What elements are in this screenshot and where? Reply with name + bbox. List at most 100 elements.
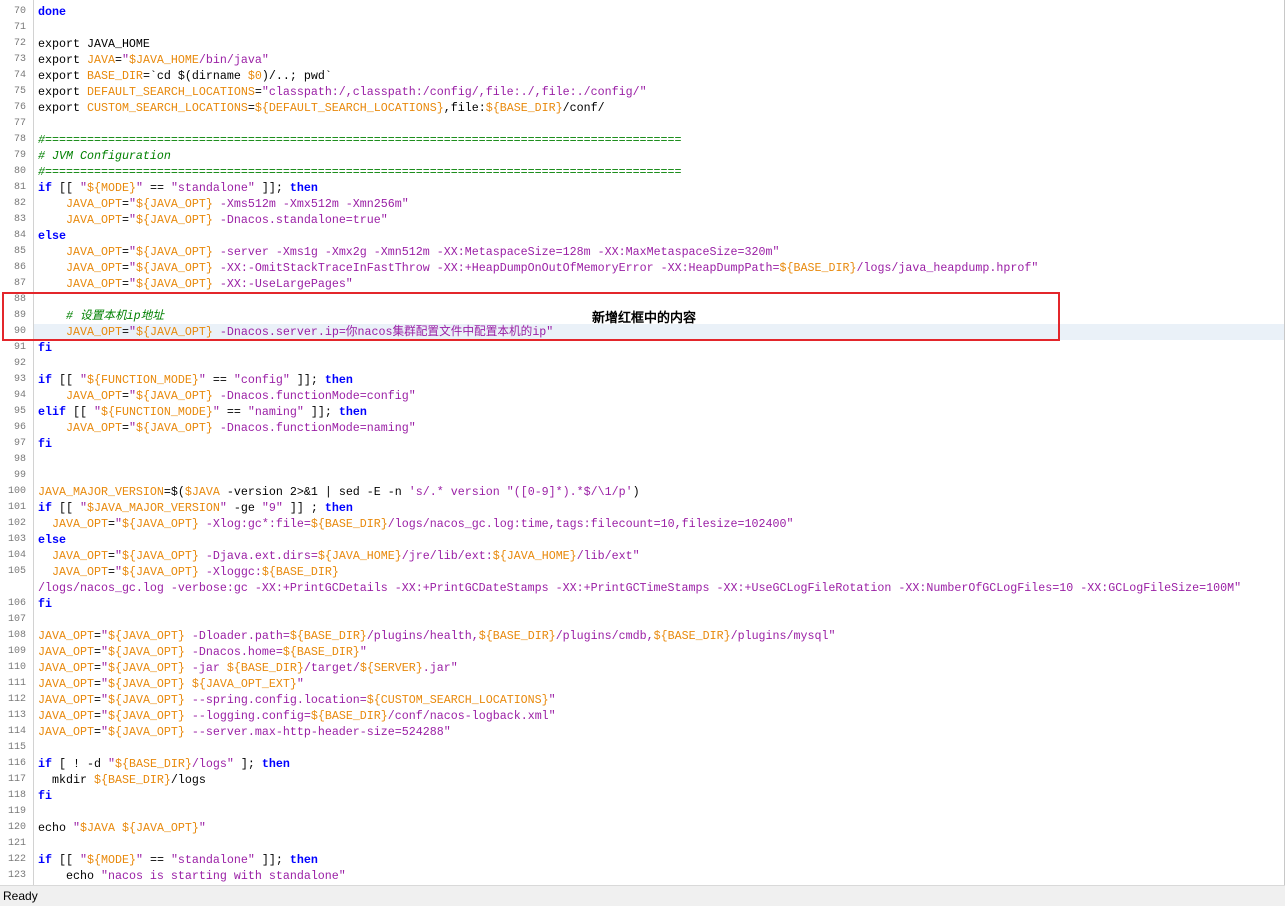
code-line[interactable]: 94 JAVA_OPT="${JAVA_OPT} -Dnacos.functio… <box>0 388 1284 404</box>
line-number: 83 <box>13 214 26 225</box>
code-line[interactable]: 119 <box>0 804 1284 820</box>
code-line[interactable]: 76 export CUSTOM_SEARCH_LOCATIONS=${DEFAU… <box>0 100 1284 116</box>
code-line-continuation[interactable]: /logs/nacos_gc.log -verbose:gc -XX:+Prin… <box>0 580 1284 596</box>
code-line[interactable]: 111 JAVA_OPT="${JAVA_OPT} ${JAVA_OPT_EXT}… <box>0 676 1284 692</box>
code-line[interactable]: 74 export BASE_DIR=`cd $(dirname $0)/..; … <box>0 68 1284 84</box>
line-text: JAVA_OPT="${JAVA_OPT} -Xloggc:${BASE_DIR… <box>34 564 1284 580</box>
code-line[interactable]: 77 <box>0 116 1284 132</box>
code-line[interactable]: 108 JAVA_OPT="${JAVA_OPT} -Dloader.path=$… <box>0 628 1284 644</box>
code-line[interactable]: 102 JAVA_OPT="${JAVA_OPT} -Xlog:gc*:file… <box>0 516 1284 532</box>
code-line[interactable]: 110 JAVA_OPT="${JAVA_OPT} -jar ${BASE_DIR… <box>0 660 1284 676</box>
code-line[interactable]: 118 fi <box>0 788 1284 804</box>
code-line[interactable]: 116 if [ ! -d "${BASE_DIR}/logs" ]; then <box>0 756 1284 772</box>
line-number: 122 <box>7 854 26 865</box>
code-line[interactable]: 117 mkdir ${BASE_DIR}/logs <box>0 772 1284 788</box>
code-line[interactable]: 106 fi <box>0 596 1284 612</box>
code-line[interactable]: 87 JAVA_OPT="${JAVA_OPT} -XX:-UseLargePa… <box>0 276 1284 292</box>
code-token-variable: JAVA_OPT <box>52 549 108 563</box>
line-text: export BASE_DIR=`cd $(dirname $0)/..; pw… <box>34 68 1284 84</box>
code-line[interactable]: 88 <box>0 292 1284 308</box>
code-line[interactable]: 96 JAVA_OPT="${JAVA_OPT} -Dnacos.functio… <box>0 420 1284 436</box>
code-token-variable: ${BASE_DIR} <box>653 629 731 643</box>
code-line[interactable]: 79 # JVM Configuration <box>0 148 1284 164</box>
code-token-variable: ${BASE_DIR} <box>282 645 360 659</box>
code-editor[interactable]: 70 done 71 72 export JAVA_HOME 73 export JAVA=… <box>0 0 1285 885</box>
code-line[interactable]: 104 JAVA_OPT="${JAVA_OPT} -Djava.ext.dir… <box>0 548 1284 564</box>
code-line[interactable]: 71 <box>0 20 1284 36</box>
code-line[interactable]: 115 <box>0 740 1284 756</box>
code-line[interactable]: 100 JAVA_MAJOR_VERSION=$($JAVA -version 2… <box>0 484 1284 500</box>
code-line[interactable]: 85 JAVA_OPT="${JAVA_OPT} -server -Xms1g … <box>0 244 1284 260</box>
code-token-keyword: else <box>38 229 66 243</box>
code-line[interactable]: 72 export JAVA_HOME <box>0 36 1284 52</box>
code-token-variable: ${BASE_DIR} <box>289 629 367 643</box>
code-line[interactable]: 99 <box>0 468 1284 484</box>
code-token-text: = <box>121 389 129 403</box>
line-number: 80 <box>13 166 26 177</box>
code-line[interactable]: 103 else <box>0 532 1284 548</box>
code-line[interactable]: 120 echo "$JAVA ${JAVA_OPT}" <box>0 820 1284 836</box>
code-line[interactable]: 113 JAVA_OPT="${JAVA_OPT} --logging.confi… <box>0 708 1284 724</box>
code-line[interactable]: 82 JAVA_OPT="${JAVA_OPT} -Xms512m -Xmx51… <box>0 196 1284 212</box>
code-line[interactable]: 78 #=====================================… <box>0 132 1284 148</box>
code-token-string: " <box>114 549 122 563</box>
code-token-variable: JAVA_OPT <box>65 261 122 275</box>
code-line[interactable]: 95 elif [[ "${FUNCTION_MODE}" == "naming"… <box>0 404 1284 420</box>
code-token-text: [[ <box>65 405 94 419</box>
line-text <box>34 740 1284 756</box>
code-line[interactable]: 86 JAVA_OPT="${JAVA_OPT} -XX:-OmitStackT… <box>0 260 1284 276</box>
code-line[interactable]: 107 <box>0 612 1284 628</box>
code-token-string: -Dnacos.home= <box>184 645 283 659</box>
code-token-keyword: fi <box>38 437 52 451</box>
code-token-string: " <box>100 677 108 691</box>
line-text <box>34 804 1284 820</box>
code-line[interactable]: 114 JAVA_OPT="${JAVA_OPT} --server.max-ht… <box>0 724 1284 740</box>
line-text: JAVA_OPT="${JAVA_OPT} ${JAVA_OPT_EXT}" <box>34 676 1284 692</box>
code-line[interactable]: 92 <box>0 356 1284 372</box>
code-line[interactable]: 83 JAVA_OPT="${JAVA_OPT} -Dnacos.standal… <box>0 212 1284 228</box>
code-line[interactable]: 97 fi <box>0 436 1284 452</box>
code-line[interactable]: 81 if [[ "${MODE}" == "standalone" ]]; th… <box>0 180 1284 196</box>
code-token-variable: ${CUSTOM_SEARCH_LOCATIONS} <box>366 693 549 707</box>
code-line[interactable]: 80 #=====================================… <box>0 164 1284 180</box>
code-token-string: " <box>128 261 136 275</box>
code-line[interactable]: 123 echo "nacos is starting with standal… <box>0 868 1284 884</box>
line-text <box>34 836 1284 852</box>
code-line[interactable]: 73 export JAVA="$JAVA_HOME/bin/java" <box>0 52 1284 68</box>
code-line[interactable]: 90 JAVA_OPT="${JAVA_OPT} -Dnacos.server.… <box>0 324 1284 340</box>
line-number: 95 <box>13 406 26 417</box>
line-text: JAVA_OPT="${JAVA_OPT} -Dloader.path=${BA… <box>34 628 1284 644</box>
code-line[interactable]: 112 JAVA_OPT="${JAVA_OPT} --spring.config… <box>0 692 1284 708</box>
line-text: JAVA_OPT="${JAVA_OPT} -server -Xms1g -Xm… <box>34 244 1284 260</box>
line-number: 81 <box>13 182 26 193</box>
line-number: 82 <box>13 198 26 209</box>
line-text: JAVA_MAJOR_VERSION=$($JAVA -version 2>&1… <box>34 484 1284 500</box>
code-token-string: " <box>296 677 304 691</box>
line-number: 78 <box>13 134 26 145</box>
code-line[interactable]: 93 if [[ "${FUNCTION_MODE}" == "config" ]… <box>0 372 1284 388</box>
code-token-text: = <box>121 213 129 227</box>
code-token-string: /conf/nacos-logback.xml" <box>387 709 556 723</box>
code-line[interactable]: 75 export DEFAULT_SEARCH_LOCATIONS="class… <box>0 84 1284 100</box>
code-line[interactable]: 70 done <box>0 4 1284 20</box>
code-token-comment: #=======================================… <box>38 165 682 179</box>
code-line[interactable]: 122 if [[ "${MODE}" == "standalone" ]]; t… <box>0 852 1284 868</box>
code-token-string: " <box>100 709 108 723</box>
code-line[interactable]: 91 fi <box>0 340 1284 356</box>
code-area[interactable]: 70 done 71 72 export JAVA_HOME 73 export JAVA=… <box>0 4 1284 884</box>
code-token-variable: ${JAVA_OPT} <box>135 261 213 275</box>
code-token-string: " <box>114 517 122 531</box>
code-line[interactable]: 105 JAVA_OPT="${JAVA_OPT} -Xloggc:${BASE… <box>0 564 1284 580</box>
code-line[interactable]: 101 if [[ "$JAVA_MAJOR_VERSION" -ge "9" ]… <box>0 500 1284 516</box>
code-line[interactable]: 121 <box>0 836 1284 852</box>
code-token-string: " <box>219 501 227 515</box>
code-line[interactable]: 109 JAVA_OPT="${JAVA_OPT} -Dnacos.home=${… <box>0 644 1284 660</box>
code-line[interactable]: 89 # 设置本机ip地址 <box>0 308 1284 324</box>
code-line[interactable]: 98 <box>0 452 1284 468</box>
line-text: JAVA_OPT="${JAVA_OPT} -Dnacos.standalone… <box>34 212 1284 228</box>
code-line[interactable]: 84 else <box>0 228 1284 244</box>
